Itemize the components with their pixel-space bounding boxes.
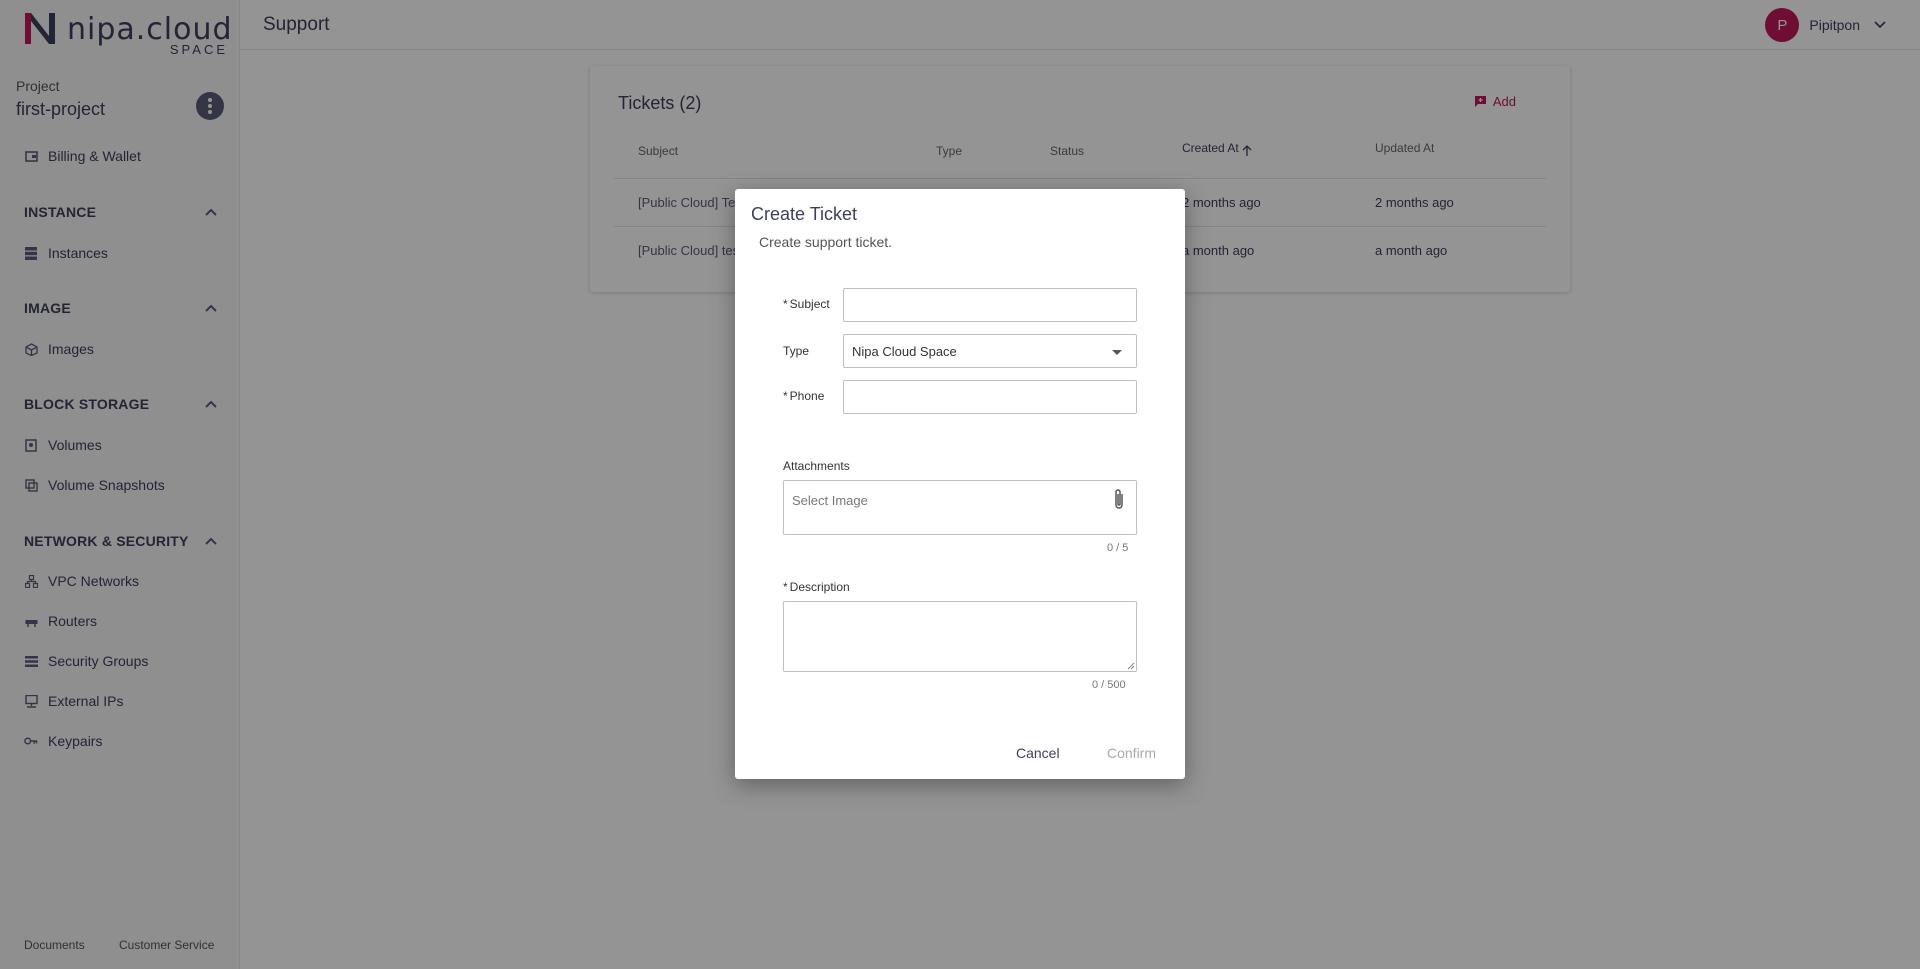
attachments-label: Attachments [783,459,850,473]
subject-input[interactable] [843,288,1137,322]
caret-down-icon [1112,350,1122,355]
cancel-button[interactable]: Cancel [1016,745,1060,761]
attachments-placeholder: Select Image [792,493,868,508]
attachments-picker[interactable]: Select Image [783,480,1137,535]
description-counter: 0 / 500 [1092,679,1126,691]
paperclip-icon[interactable] [1112,488,1126,512]
type-label: Type [783,344,810,358]
attachments-counter: 0 / 5 [1107,542,1129,554]
resize-handle-icon[interactable] [1127,662,1135,670]
confirm-button[interactable]: Confirm [1107,745,1156,761]
phone-input[interactable] [843,380,1137,414]
description-textarea[interactable] [783,601,1137,672]
dialog-title: Create Ticket [751,204,858,224]
phone-label: * Phone [783,389,825,403]
subject-label: * Subject [783,297,830,311]
type-select-value: Nipa Cloud Space [852,343,957,359]
create-ticket-dialog: Create Ticket Create support ticket. * Su… [735,189,1185,779]
type-select[interactable]: Nipa Cloud Space [843,334,1137,368]
dialog-subtitle: Create support ticket. [759,234,893,250]
description-label: * Description [783,580,850,594]
